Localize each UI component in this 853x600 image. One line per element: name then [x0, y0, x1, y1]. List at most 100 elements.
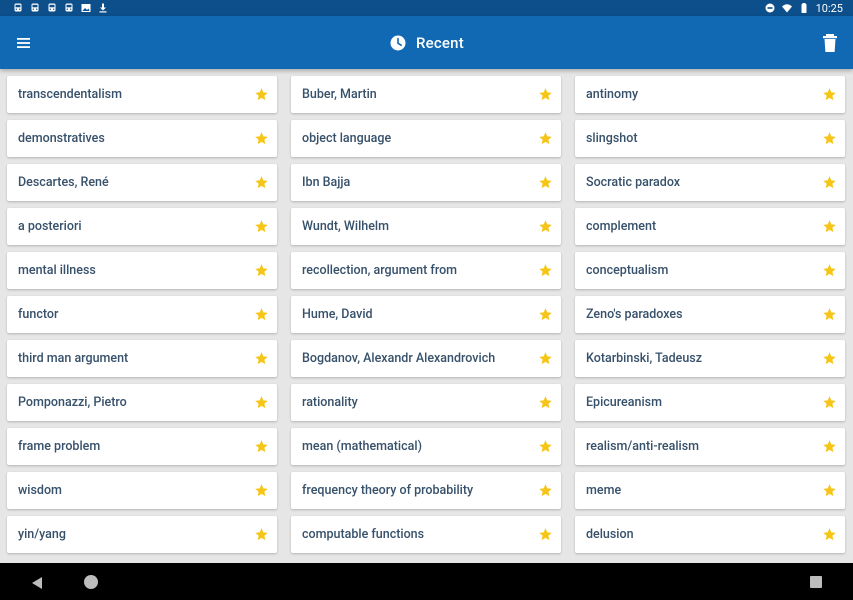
recent-item-card[interactable]: wisdom	[7, 472, 277, 509]
star-icon[interactable]	[254, 439, 269, 454]
train-icon	[30, 3, 40, 13]
star-icon[interactable]	[822, 131, 837, 146]
recent-item-card[interactable]: recollection, argument from	[291, 252, 561, 289]
recent-item-label: yin/yang	[18, 527, 66, 542]
recent-item-label: functor	[18, 307, 59, 322]
recent-item-card[interactable]: slingshot	[575, 120, 845, 157]
star-icon[interactable]	[538, 307, 553, 322]
recent-item-card[interactable]: demonstratives	[7, 120, 277, 157]
recent-item-card[interactable]: functor	[7, 296, 277, 333]
star-icon[interactable]	[254, 263, 269, 278]
recent-item-card[interactable]: transcendentalism	[7, 76, 277, 113]
recent-item-card[interactable]: frequency theory of probability	[291, 472, 561, 509]
recent-item-label: slingshot	[586, 131, 638, 146]
star-icon[interactable]	[538, 395, 553, 410]
recent-item-card[interactable]: a posteriori	[7, 208, 277, 245]
recent-item-card[interactable]: yin/yang	[7, 516, 277, 553]
recent-item-card[interactable]: antinomy	[575, 76, 845, 113]
recent-item-label: frequency theory of probability	[302, 483, 474, 498]
recent-item-label: antinomy	[586, 87, 639, 102]
recent-item-label: computable functions	[302, 527, 425, 542]
star-icon[interactable]	[254, 175, 269, 190]
recent-item-label: conceptualism	[586, 263, 669, 278]
star-icon[interactable]	[538, 219, 553, 234]
star-icon[interactable]	[254, 307, 269, 322]
star-icon[interactable]	[254, 87, 269, 102]
star-icon[interactable]	[254, 483, 269, 498]
star-icon[interactable]	[822, 439, 837, 454]
recent-item-card[interactable]: Hume, David	[291, 296, 561, 333]
recent-item-label: object language	[302, 131, 392, 146]
recent-item-card[interactable]: third man argument	[7, 340, 277, 377]
star-icon[interactable]	[538, 131, 553, 146]
trash-icon[interactable]	[820, 32, 840, 54]
recent-item-label: Socratic paradox	[586, 175, 681, 190]
recent-item-card[interactable]: mean (mathematical)	[291, 428, 561, 465]
recent-item-label: wisdom	[18, 483, 62, 498]
page-title: Recent	[416, 34, 464, 52]
recent-item-card[interactable]: Socratic paradox	[575, 164, 845, 201]
wifi-icon	[781, 3, 792, 13]
star-icon[interactable]	[538, 175, 553, 190]
star-icon[interactable]	[822, 351, 837, 366]
star-icon[interactable]	[254, 351, 269, 366]
recent-apps-icon[interactable]	[810, 576, 822, 588]
star-icon[interactable]	[822, 395, 837, 410]
do-not-disturb-icon	[765, 3, 775, 13]
recent-item-card[interactable]: rationality	[291, 384, 561, 421]
app-bar-title-group: Recent	[390, 32, 464, 54]
recent-item-label: complement	[586, 219, 657, 234]
recent-item-card[interactable]: computable functions	[291, 516, 561, 553]
recent-item-card[interactable]: meme	[575, 472, 845, 509]
recent-item-card[interactable]: complement	[575, 208, 845, 245]
train-icon	[64, 3, 74, 13]
train-icon	[13, 3, 23, 13]
star-icon[interactable]	[538, 351, 553, 366]
recent-item-label: delusion	[586, 527, 634, 542]
recent-item-label: Bogdanov, Alexandr Alexandrovich	[302, 351, 496, 366]
recent-item-card[interactable]: Zeno's paradoxes	[575, 296, 845, 333]
star-icon[interactable]	[822, 219, 837, 234]
recent-item-card[interactable]: realism/anti-realism	[575, 428, 845, 465]
hamburger-menu-icon[interactable]	[13, 32, 35, 54]
recent-item-card[interactable]: Epicureanism	[575, 384, 845, 421]
download-icon	[98, 3, 108, 13]
recent-item-label: demonstratives	[18, 131, 105, 146]
recent-item-card[interactable]: object language	[291, 120, 561, 157]
star-icon[interactable]	[822, 527, 837, 542]
battery-icon	[799, 3, 809, 13]
star-icon[interactable]	[538, 439, 553, 454]
recent-item-card[interactable]: delusion	[575, 516, 845, 553]
recent-item-card[interactable]: Kotarbinski, Tadeusz	[575, 340, 845, 377]
star-icon[interactable]	[822, 87, 837, 102]
recent-item-card[interactable]: mental illness	[7, 252, 277, 289]
star-icon[interactable]	[822, 263, 837, 278]
star-icon[interactable]	[822, 307, 837, 322]
star-icon[interactable]	[254, 131, 269, 146]
star-icon[interactable]	[822, 483, 837, 498]
recent-item-card[interactable]: Ibn Bajja	[291, 164, 561, 201]
star-icon[interactable]	[822, 175, 837, 190]
train-icon	[47, 3, 57, 13]
star-icon[interactable]	[254, 527, 269, 542]
star-icon[interactable]	[538, 527, 553, 542]
home-icon[interactable]	[84, 575, 98, 589]
recent-item-card[interactable]: Wundt, Wilhelm	[291, 208, 561, 245]
back-icon[interactable]	[30, 575, 44, 589]
recent-item-card[interactable]: Bogdanov, Alexandr Alexandrovich	[291, 340, 561, 377]
star-icon[interactable]	[254, 219, 269, 234]
recent-item-card[interactable]: Descartes, René	[7, 164, 277, 201]
recent-item-card[interactable]: conceptualism	[575, 252, 845, 289]
clock-icon	[390, 35, 406, 51]
recent-item-label: Epicureanism	[586, 395, 662, 410]
recent-item-card[interactable]: frame problem	[7, 428, 277, 465]
star-icon[interactable]	[254, 395, 269, 410]
star-icon[interactable]	[538, 263, 553, 278]
recent-items-grid: transcendentalism demonstratives Descartes…	[0, 69, 853, 563]
recent-item-card[interactable]: Buber, Martin	[291, 76, 561, 113]
recent-item-card[interactable]: Pomponazzi, Pietro	[7, 384, 277, 421]
status-notification-icons	[0, 3, 108, 13]
star-icon[interactable]	[538, 87, 553, 102]
status-time: 10:25	[815, 1, 843, 15]
star-icon[interactable]	[538, 483, 553, 498]
